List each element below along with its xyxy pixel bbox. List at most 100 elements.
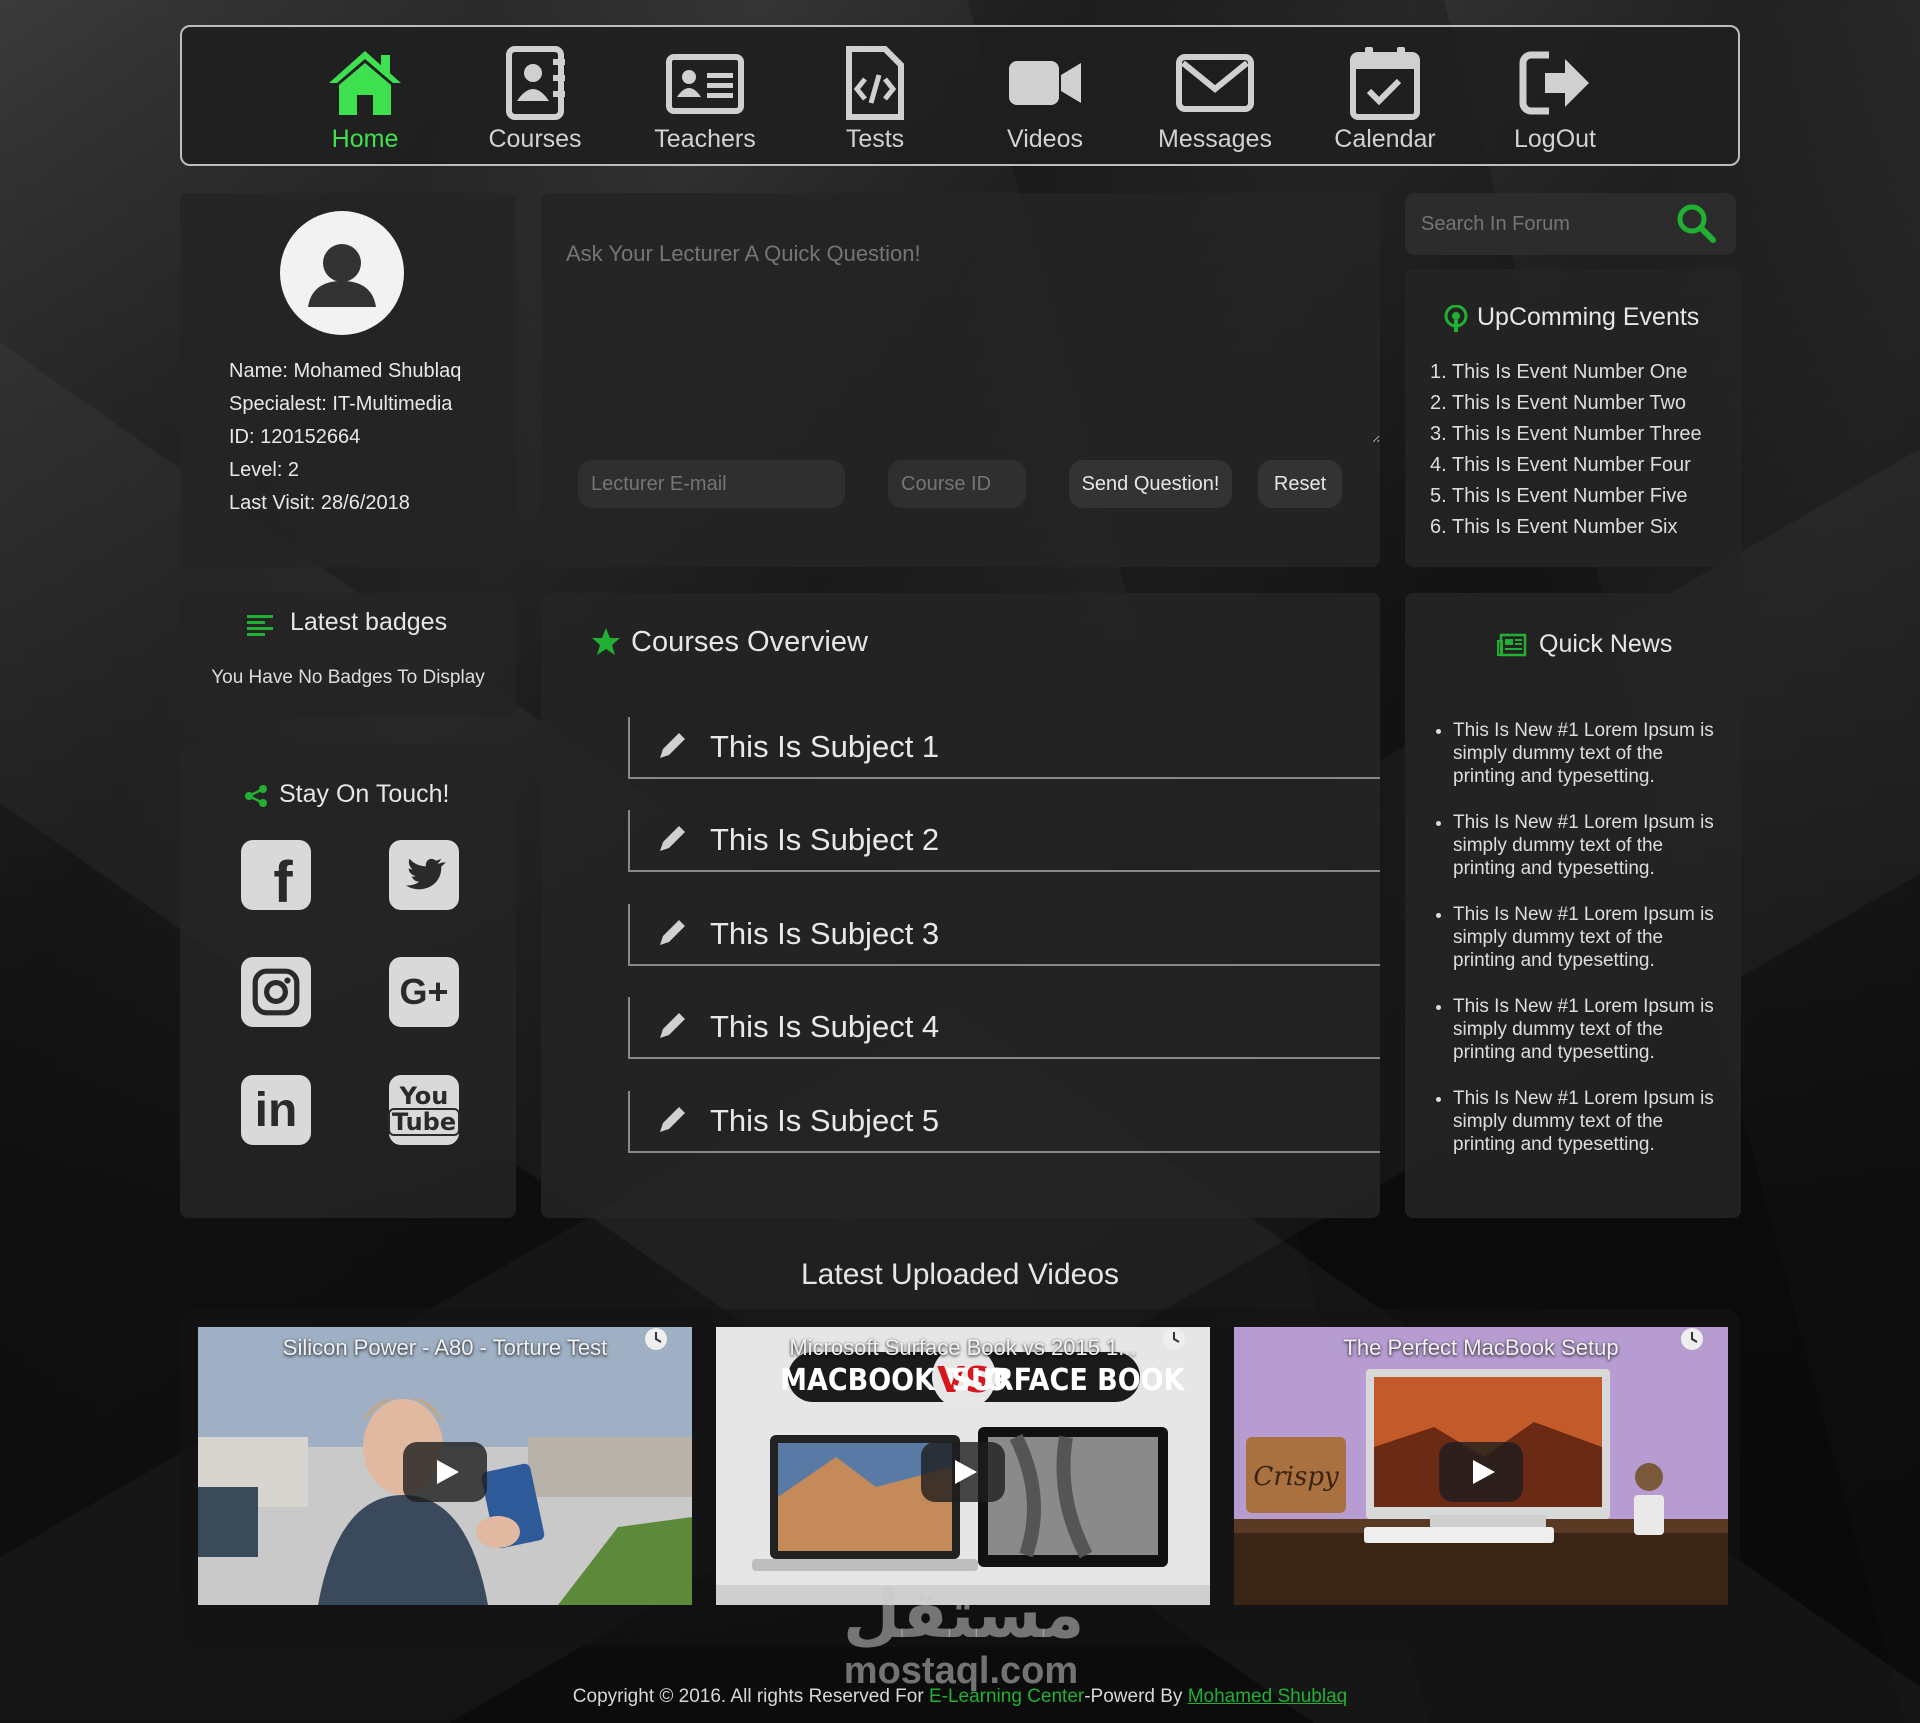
video-title: The Perfect MacBook Setup — [1343, 1335, 1619, 1360]
nav-home[interactable]: Home — [280, 45, 450, 154]
nav-label: Home — [331, 125, 399, 153]
linkedin-icon[interactable]: in — [241, 1075, 311, 1145]
video-thumbnail[interactable]: Crispy The Perfect MacBook Setup — [1234, 1327, 1728, 1605]
nav-logout[interactable]: LogOut — [1470, 45, 1640, 154]
event-item[interactable]: 4. This Is Event Number Four — [1430, 450, 1702, 481]
news-item[interactable]: This Is New #1 Lorem Ipsum is simply dum… — [1453, 995, 1723, 1064]
events-list: 1. This Is Event Number One 2. This Is E… — [1430, 357, 1702, 543]
pencil-icon — [660, 920, 685, 945]
subject-item[interactable]: This Is Subject 1 — [628, 717, 1380, 779]
main-nav: Home Courses Teachers Tests Videos Messa… — [180, 25, 1740, 166]
nav-teachers[interactable]: Teachers — [620, 45, 790, 154]
crispy-sign: Crispy — [1253, 1462, 1339, 1492]
subject-item[interactable]: This Is Subject 3 — [628, 904, 1380, 966]
newspaper-icon — [1497, 633, 1527, 657]
reset-button[interactable]: Reset — [1258, 460, 1342, 508]
profile-info: Name: Mohamed Shublaq Specialest: IT-Mul… — [229, 355, 461, 520]
youtube-glyph-tube: Tube — [387, 1108, 461, 1136]
mostaql-watermark: مستقل mostaql.com — [843, 1576, 1085, 1692]
nav-label: Calendar — [1334, 125, 1436, 153]
news-item[interactable]: This Is New #1 Lorem Ipsum is simply dum… — [1453, 719, 1723, 788]
pencil-icon — [660, 1013, 685, 1038]
footer-author-link[interactable]: Mohamed Shublaq — [1188, 1686, 1348, 1707]
badges-empty-text: You Have No Badges To Display — [211, 667, 485, 688]
watermark-arabic: مستقل — [843, 1576, 1085, 1653]
youtube-glyph-you: You — [399, 1082, 449, 1110]
video-camera-icon — [1009, 61, 1081, 105]
search-input[interactable] — [1421, 203, 1661, 245]
instagram-icon[interactable] — [241, 957, 311, 1027]
watermark-latin: mostaql.com — [843, 1650, 1079, 1692]
code-file-icon — [846, 46, 904, 120]
quick-news: Quick News This Is New #1 Lorem Ipsum is… — [1405, 593, 1741, 1218]
event-item[interactable]: 6. This Is Event Number Six — [1430, 512, 1702, 543]
google-plus-glyph: G+ — [399, 971, 449, 1012]
subject-item[interactable]: This Is Subject 4 — [628, 997, 1380, 1059]
home-icon — [329, 51, 401, 115]
news-item[interactable]: This Is New #1 Lorem Ipsum is simply dum… — [1453, 1087, 1723, 1156]
nav-messages[interactable]: Messages — [1130, 45, 1300, 154]
social-links: Stay On Touch! f G+ in You Tube — [180, 744, 516, 1218]
envelope-icon — [1176, 54, 1254, 112]
play-button[interactable] — [403, 1442, 487, 1502]
question-textarea[interactable] — [541, 193, 1380, 443]
id-badge-icon — [506, 46, 565, 120]
pencil-icon — [660, 733, 685, 758]
video-title: Silicon Power - A80 - Torture Test — [282, 1335, 608, 1360]
watch-later-icon[interactable] — [1680, 1327, 1704, 1351]
news-list: This Is New #1 Lorem Ipsum is simply dum… — [1453, 719, 1723, 1179]
play-button[interactable] — [921, 1442, 1005, 1502]
course-id-input[interactable] — [888, 460, 1026, 508]
lecturer-email-input[interactable] — [578, 460, 845, 508]
profile-level: Level: 2 — [229, 459, 300, 481]
footer-powered: -Powerd By — [1084, 1686, 1188, 1707]
youtube-icon[interactable]: You Tube — [387, 1075, 461, 1145]
facebook-glyph: f — [273, 849, 293, 915]
instagram-glyph — [252, 968, 300, 1016]
courses-title: Courses Overview — [631, 626, 868, 658]
profile-last-visit: Last Visit: 28/6/2018 — [229, 492, 410, 514]
subject-title: This Is Subject 2 — [710, 822, 940, 857]
avatar — [280, 211, 404, 335]
subject-title: This Is Subject 1 — [710, 729, 940, 764]
user-icon — [308, 244, 376, 307]
nav-label: Teachers — [654, 125, 756, 153]
event-item[interactable]: 5. This Is Event Number Five — [1430, 481, 1702, 512]
twitter-icon[interactable] — [389, 840, 459, 910]
sign-out-icon — [1519, 51, 1589, 115]
google-plus-icon[interactable]: G+ — [389, 957, 459, 1027]
watch-later-icon[interactable] — [644, 1327, 668, 1351]
nav-courses[interactable]: Courses — [450, 45, 620, 154]
search-icon[interactable] — [1671, 198, 1721, 248]
linkedin-glyph: in — [254, 1083, 298, 1137]
calendar-check-icon — [1350, 47, 1420, 120]
video-thumbnail[interactable]: MACBOOK PRO VS SURFACE BOOK Microsoft Su… — [716, 1327, 1210, 1605]
pencil-icon — [660, 826, 685, 851]
play-button[interactable] — [1439, 1442, 1523, 1502]
profile-name: Name: Mohamed Shublaq — [229, 360, 462, 382]
subject-item[interactable]: This Is Subject 2 — [628, 810, 1380, 872]
align-left-icon — [247, 615, 273, 636]
subject-title: This Is Subject 3 — [710, 916, 940, 951]
nav-tests[interactable]: Tests — [790, 45, 960, 154]
event-item[interactable]: 1. This Is Event Number One — [1430, 357, 1702, 388]
watch-later-icon[interactable] — [1162, 1327, 1186, 1351]
news-item[interactable]: This Is New #1 Lorem Ipsum is simply dum… — [1453, 811, 1723, 880]
send-question-button[interactable]: Send Question! — [1069, 460, 1232, 508]
facebook-icon[interactable]: f — [241, 840, 311, 915]
overlay-right: SURFACE BOOK — [951, 1363, 1185, 1398]
event-item[interactable]: 3. This Is Event Number Three — [1430, 419, 1702, 450]
news-item[interactable]: This Is New #1 Lorem Ipsum is simply dum… — [1453, 903, 1723, 972]
badges-title: Latest badges — [290, 608, 448, 636]
podcast-icon — [1444, 305, 1468, 332]
latest-badges: Latest badges You Have No Badges To Disp… — [180, 593, 516, 717]
video-thumbnail[interactable]: Silicon Power - A80 - Torture Test — [198, 1327, 692, 1605]
subject-item[interactable]: This Is Subject 5 — [628, 1091, 1380, 1153]
pencil-icon — [660, 1107, 685, 1132]
nav-calendar[interactable]: Calendar — [1300, 45, 1470, 154]
twitter-bird — [405, 858, 447, 890]
nav-label: Tests — [845, 125, 905, 153]
event-item[interactable]: 2. This Is Event Number Two — [1430, 388, 1702, 419]
nav-videos[interactable]: Videos — [960, 45, 1130, 154]
news-title: Quick News — [1539, 630, 1673, 658]
